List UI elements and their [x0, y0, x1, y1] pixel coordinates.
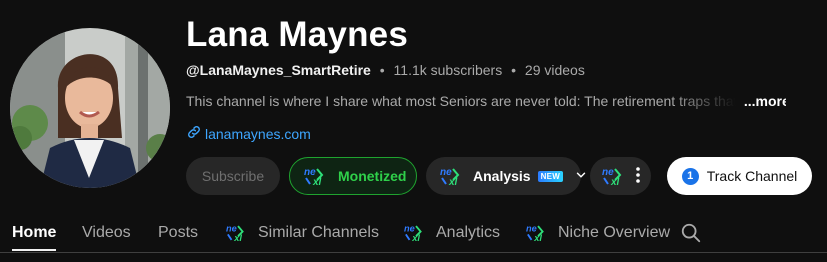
new-badge: NEW — [537, 170, 564, 182]
nexlev-logo-icon — [304, 166, 330, 186]
description-text: This channel is where I share what most … — [186, 93, 736, 109]
channel-avatar[interactable] — [10, 28, 170, 188]
track-badge: 1 — [681, 167, 699, 185]
analysis-button[interactable]: Analysis NEW — [426, 157, 586, 195]
tabs-divider — [0, 252, 827, 253]
nexlev-logo-icon — [226, 223, 250, 242]
tab-niche-overview[interactable]: Niche Overview — [526, 214, 670, 251]
link-icon — [186, 124, 202, 143]
tab-analytics[interactable]: Analytics — [404, 214, 500, 251]
channel-name: Lana Maynes — [186, 15, 409, 54]
channel-description[interactable]: This channel is where I share what most … — [186, 93, 786, 109]
channel-tabs: Home Videos Posts Similar Channels Analy… — [0, 214, 827, 252]
tab-label: Analytics — [436, 223, 501, 241]
subscriber-count: 11.1k subscribers — [393, 62, 503, 78]
tab-label: Similar Channels — [258, 223, 379, 241]
vertical-ellipsis-icon — [636, 166, 640, 186]
track-channel-label: Track Channel — [706, 168, 798, 184]
channel-link[interactable]: lanamaynes.com — [186, 124, 816, 143]
channel-handle[interactable]: @LanaMaynes_SmartRetire — [186, 62, 371, 78]
tab-home[interactable]: Home — [12, 214, 57, 251]
video-count: 29 videos — [524, 62, 585, 78]
monetized-label: Monetized — [338, 168, 407, 184]
tab-posts[interactable]: Posts — [158, 214, 198, 251]
nexlev-logo-icon — [602, 166, 628, 186]
chevron-down-icon — [574, 168, 588, 185]
tab-similar-channels[interactable]: Similar Channels — [226, 214, 379, 251]
more-link[interactable]: ...more — [744, 93, 786, 109]
nexlev-logo-icon — [440, 166, 466, 186]
active-tab-indicator — [12, 249, 57, 251]
subscribe-button[interactable]: Subscribe — [186, 157, 280, 195]
channel-meta: @LanaMaynes_SmartRetire • 11.1k subscrib… — [186, 62, 816, 78]
nexlev-more-button[interactable] — [590, 157, 651, 195]
link-text: lanamaynes.com — [205, 125, 311, 142]
meta-separator: • — [511, 62, 517, 78]
tab-label: Home — [12, 223, 57, 241]
track-channel-button[interactable]: 1 Track Channel — [667, 157, 812, 195]
search-icon[interactable] — [680, 214, 702, 251]
monetized-button[interactable]: Monetized — [289, 157, 417, 195]
meta-separator: • — [379, 62, 385, 78]
nexlev-logo-icon — [526, 223, 550, 242]
tab-videos[interactable]: Videos — [82, 214, 131, 251]
nexlev-logo-icon — [404, 223, 428, 242]
tab-label: Niche Overview — [558, 223, 671, 241]
subscribe-label: Subscribe — [201, 168, 265, 184]
tab-label: Posts — [158, 223, 199, 241]
tab-label: Videos — [82, 223, 131, 241]
analysis-label: Analysis — [473, 168, 531, 184]
